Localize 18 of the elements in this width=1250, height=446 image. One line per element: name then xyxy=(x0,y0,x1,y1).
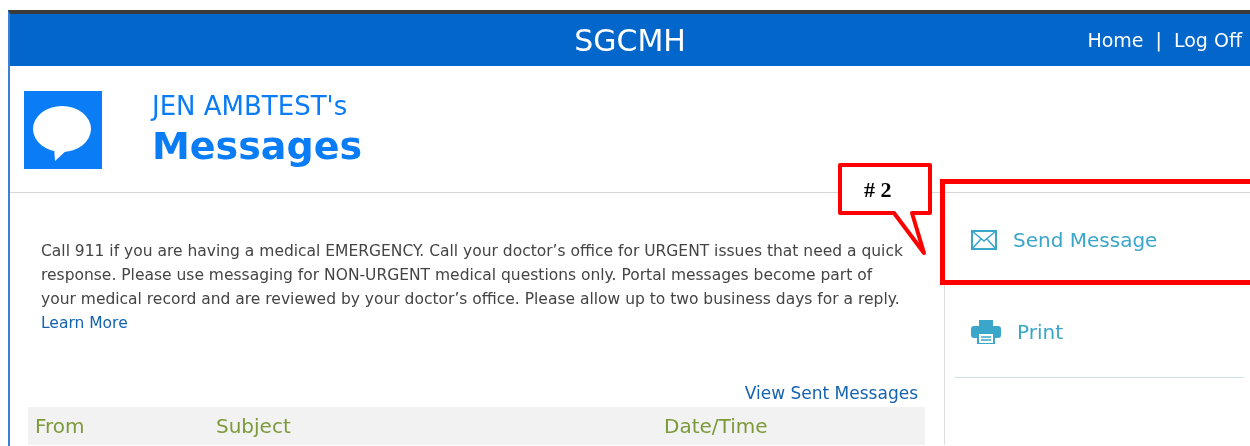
notice-text: Call 911 if you are having a medical EMERGENCY. Call your doctor’s office for URGENT issues that need a quick response. Please use messaging for NON-URGENT medical questions only. Portal messages become part of your medical record and are reviewed by your doctor’s office. Please allow up to two business days for a reply. Learn More xyxy=(41,241,904,334)
column-header[interactable]: Date/Time xyxy=(664,414,768,438)
printer-icon xyxy=(971,320,1001,344)
nav-link[interactable]: Log Off xyxy=(1173,29,1242,51)
owner-name: JEN AMBTEST's xyxy=(152,91,349,121)
callout-label: # 2 xyxy=(864,177,892,203)
nav-separator: | xyxy=(1155,29,1162,51)
speech-bubble-icon xyxy=(24,91,102,169)
site-title: SGCMH xyxy=(574,22,686,58)
envelope-icon xyxy=(971,230,997,250)
page-title: Messages xyxy=(152,123,363,170)
learn-more-link[interactable]: Learn More xyxy=(41,314,128,332)
view-sent-messages-link[interactable]: View Sent Messages xyxy=(744,383,918,403)
nav-link[interactable]: Home xyxy=(1087,29,1144,51)
column-header[interactable]: Subject xyxy=(216,414,664,438)
send-link[interactable]: Send Message xyxy=(1013,228,1158,252)
print-link[interactable]: Print xyxy=(1017,320,1063,344)
column-header[interactable]: From xyxy=(35,414,216,438)
